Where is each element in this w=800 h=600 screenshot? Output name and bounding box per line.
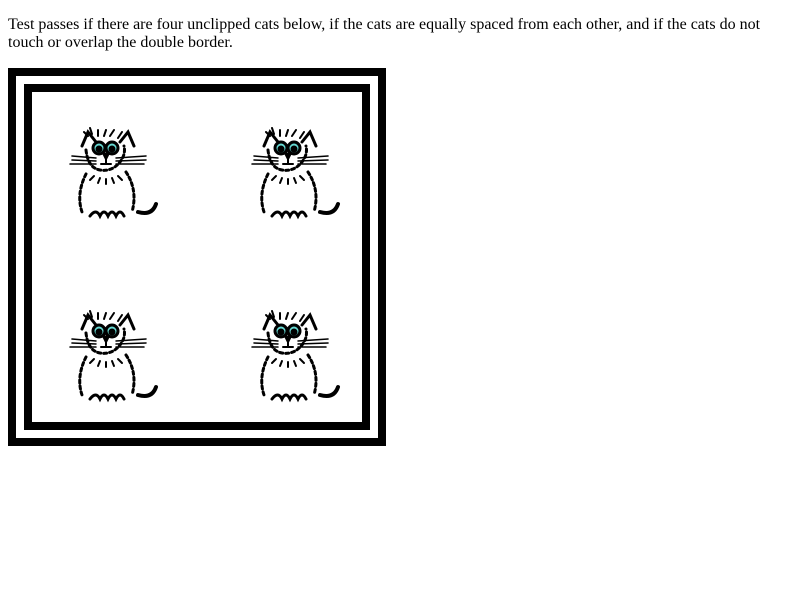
- cat-icon: [251, 310, 340, 403]
- double-border-box: [8, 68, 386, 446]
- cat-image-bottom-left: [66, 307, 166, 407]
- cat-image-top-left: [66, 124, 166, 224]
- inner-border: [24, 84, 370, 430]
- cat-icon: [69, 127, 158, 220]
- cat-icon: [251, 127, 340, 220]
- cat-image-top-right: [248, 124, 348, 224]
- test-instructions: Test passes if there are four unclipped …: [8, 16, 761, 51]
- cat-image-bottom-right: [248, 307, 348, 407]
- cat-icon: [69, 310, 158, 403]
